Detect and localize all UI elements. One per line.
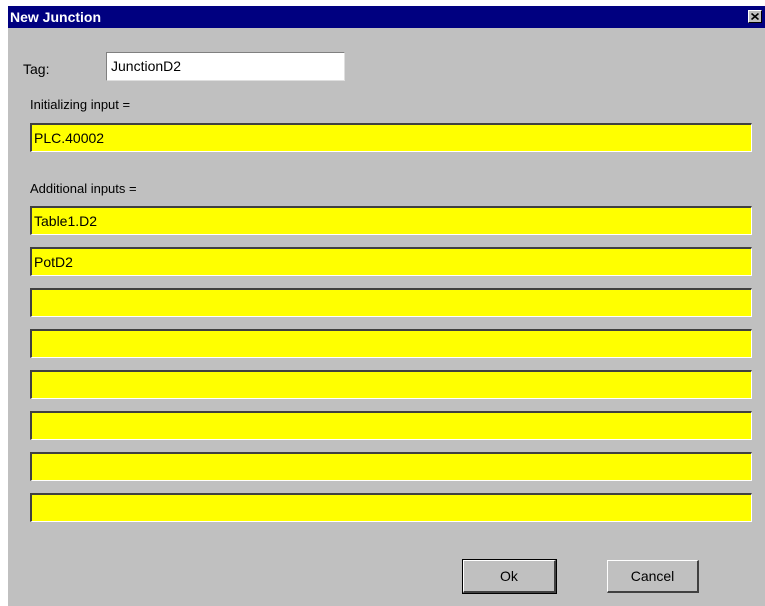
close-icon (751, 13, 759, 20)
new-junction-dialog: New Junction Tag: JunctionD2 Initializin… (8, 6, 765, 606)
cancel-button[interactable]: Cancel (607, 560, 699, 593)
additional-input-3[interactable] (30, 288, 752, 317)
additional-input-8[interactable] (30, 493, 752, 522)
additional-input-7[interactable] (30, 452, 752, 481)
initializing-input-field[interactable]: PLC.40002 (30, 123, 752, 152)
ok-button[interactable]: Ok (462, 559, 557, 594)
additional-inputs-label: Additional inputs = (30, 181, 137, 196)
tag-label: Tag: (23, 61, 50, 77)
additional-input-6[interactable] (30, 411, 752, 440)
additional-input-4[interactable] (30, 329, 752, 358)
additional-input-1[interactable]: Table1.D2 (30, 206, 752, 235)
window-title: New Junction (10, 9, 102, 25)
title-bar[interactable]: New Junction (8, 6, 765, 28)
initializing-input-label: Initializing input = (30, 97, 131, 112)
close-button[interactable] (748, 10, 762, 23)
tag-input[interactable]: JunctionD2 (106, 52, 345, 81)
additional-input-2[interactable]: PotD2 (30, 247, 752, 276)
additional-input-5[interactable] (30, 370, 752, 399)
